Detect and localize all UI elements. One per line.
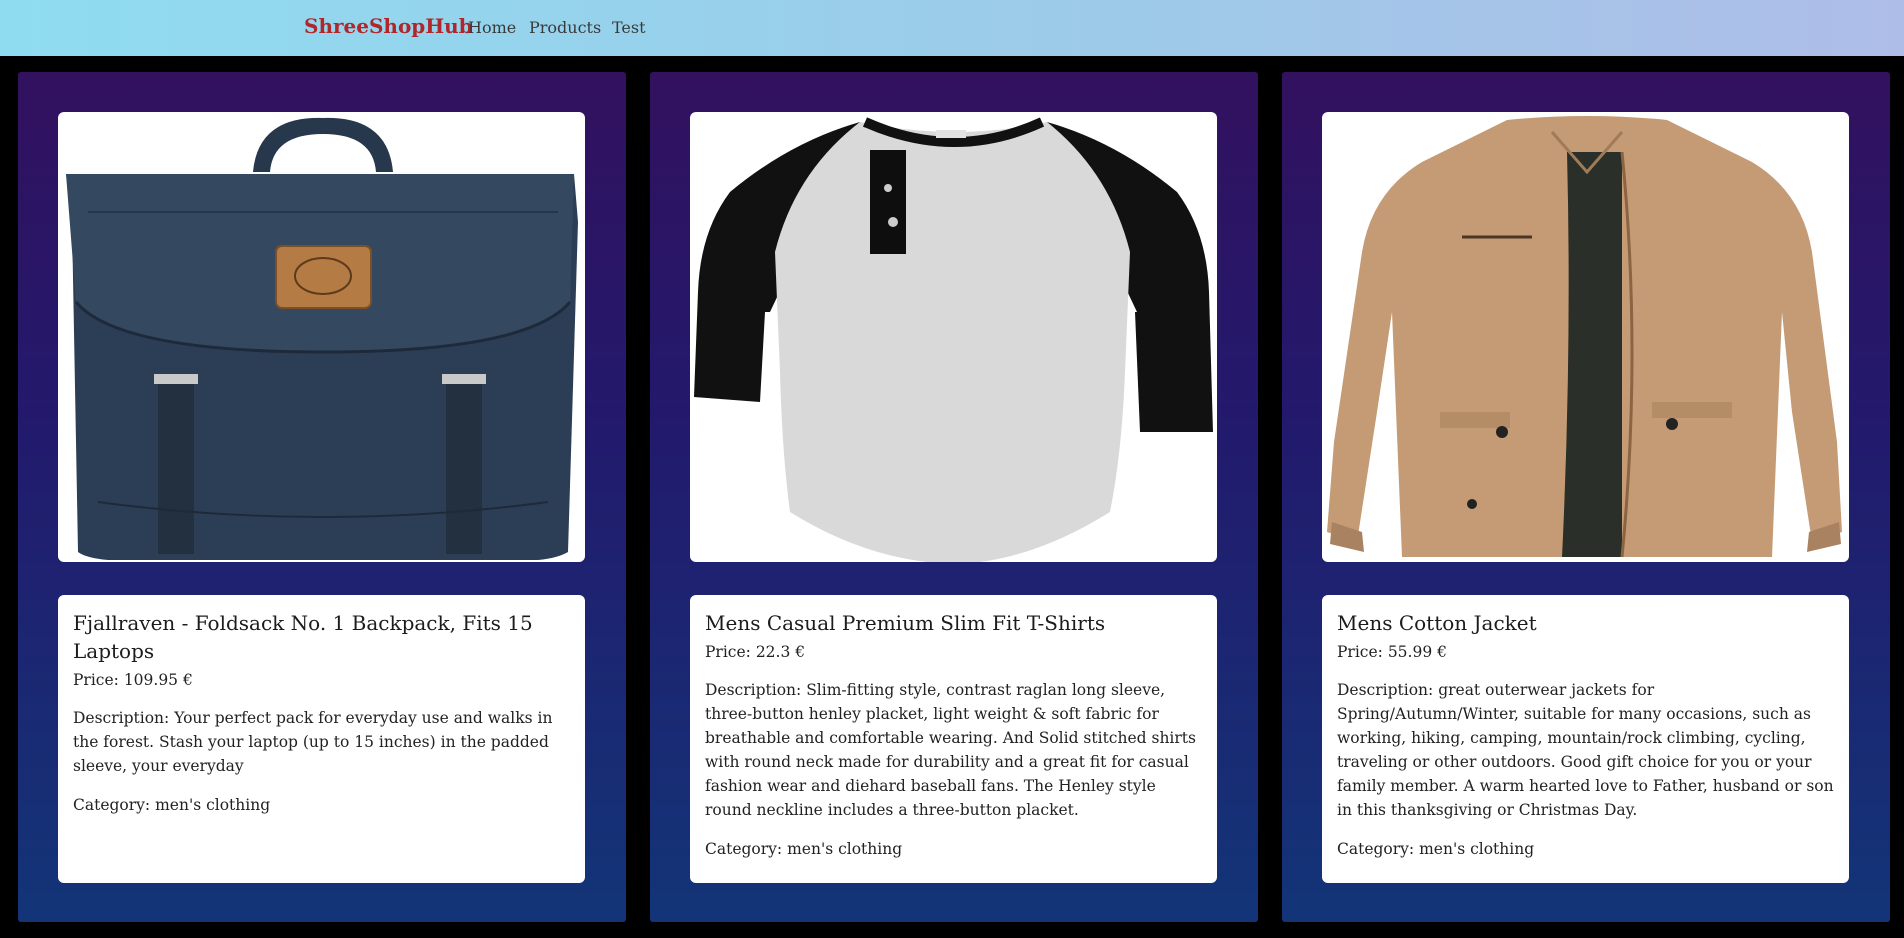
- product-price: Price: 22.3 €: [705, 641, 1202, 663]
- brand-logo[interactable]: ShreeShopHub: [304, 14, 473, 38]
- price-value: 55.99 €: [1387, 643, 1447, 661]
- category-value: men's clothing: [787, 840, 903, 858]
- product-card: Fjallraven - Foldsack No. 1 Backpack, Fi…: [18, 72, 626, 922]
- nav-link-products[interactable]: Products: [529, 18, 601, 37]
- price-label: Price:: [705, 643, 751, 661]
- product-title[interactable]: Fjallraven - Foldsack No. 1 Backpack, Fi…: [73, 609, 570, 665]
- product-category: Category: men's clothing: [705, 838, 1202, 860]
- tshirt-icon: [694, 117, 1213, 562]
- category-value: men's clothing: [1419, 840, 1535, 858]
- product-title[interactable]: Mens Cotton Jacket: [1337, 609, 1834, 637]
- description-label: Description:: [73, 709, 170, 727]
- price-label: Price:: [1337, 643, 1383, 661]
- jacket-image[interactable]: [1322, 112, 1849, 562]
- product-info-panel: Mens Casual Premium Slim Fit T-Shirts Pr…: [690, 595, 1217, 883]
- nav-link-test[interactable]: Test: [612, 18, 646, 37]
- product-category: Category: men's clothing: [1337, 838, 1834, 860]
- tshirt-image[interactable]: [690, 112, 1217, 562]
- product-description: Description: great outerwear jackets for…: [1337, 678, 1834, 822]
- product-info-panel: Fjallraven - Foldsack No. 1 Backpack, Fi…: [58, 595, 585, 883]
- backpack-icon: [66, 117, 578, 560]
- product-card: Mens Cotton Jacket Price: 55.99 € Descri…: [1282, 72, 1890, 922]
- product-price: Price: 55.99 €: [1337, 641, 1834, 663]
- description-label: Description:: [1337, 681, 1434, 699]
- category-label: Category:: [705, 840, 783, 858]
- description-text: great outerwear jackets for Spring/Autum…: [1337, 681, 1834, 819]
- jacket-icon: [1327, 116, 1842, 558]
- product-category: Category: men's clothing: [73, 794, 570, 816]
- description-label: Description:: [705, 681, 802, 699]
- category-label: Category:: [1337, 840, 1415, 858]
- price-label: Price:: [73, 671, 119, 689]
- product-price: Price: 109.95 €: [73, 669, 570, 691]
- backpack-image[interactable]: [58, 112, 585, 562]
- price-value: 109.95 €: [123, 671, 193, 689]
- category-value: men's clothing: [155, 796, 271, 814]
- top-navbar: ShreeShopHub Home Products Test: [0, 0, 1904, 56]
- category-label: Category:: [73, 796, 151, 814]
- product-description: Description: Your perfect pack for every…: [73, 706, 570, 778]
- nav-link-home[interactable]: Home: [468, 18, 516, 37]
- product-card: Mens Casual Premium Slim Fit T-Shirts Pr…: [650, 72, 1258, 922]
- product-title[interactable]: Mens Casual Premium Slim Fit T-Shirts: [705, 609, 1202, 637]
- product-description: Description: Slim-fitting style, contras…: [705, 678, 1202, 822]
- description-text: Slim-fitting style, contrast raglan long…: [705, 681, 1196, 819]
- price-value: 22.3 €: [755, 643, 806, 661]
- product-info-panel: Mens Cotton Jacket Price: 55.99 € Descri…: [1322, 595, 1849, 883]
